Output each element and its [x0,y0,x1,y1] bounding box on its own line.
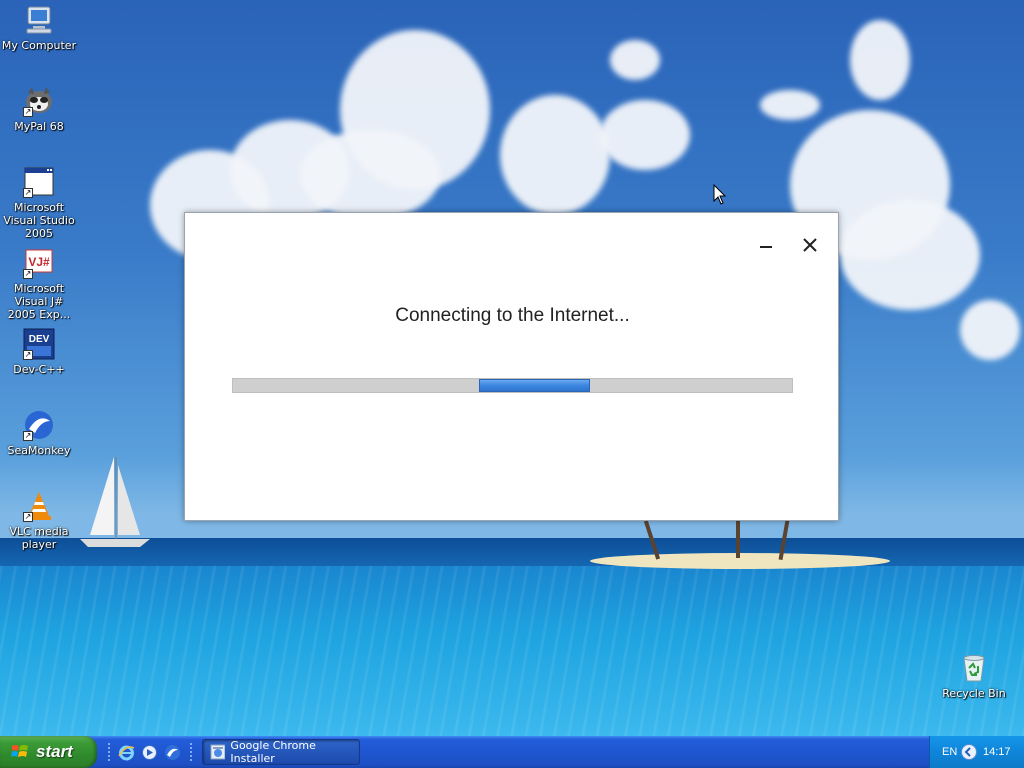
close-button[interactable] [798,233,822,257]
dev-cpp-icon: DEV ↗ [23,328,55,360]
internet-explorer-icon [118,745,135,761]
sailboat-image [80,457,150,547]
close-icon [803,238,817,252]
media-icon [142,745,157,760]
chevron-left-icon [964,747,971,757]
my-computer-icon [23,4,55,36]
progress-indicator [479,379,590,392]
desktop-icon-label: SeaMonkey [7,444,71,457]
seamonkey-icon: ↗ [23,409,55,441]
desktop-icon-visual-jsharp[interactable]: VJ# ↗ Microsoft Visual J# 2005 Exp... [1,247,77,321]
desktop-icon-recycle-bin[interactable]: Recycle Bin [936,652,1012,700]
cloud [840,200,980,310]
cloud [500,95,610,215]
system-tray: EN 14:17 [929,736,1024,768]
language-indicator[interactable]: EN [942,746,957,758]
show-hidden-icons-button[interactable] [961,744,977,760]
taskbar: start Google Chrome Installer EN 14:17 [0,736,1024,768]
cloud [850,20,910,100]
vlc-icon: ↗ [23,490,55,522]
windows-logo-icon [11,745,28,757]
palm-trunk [736,520,740,558]
chrome-installer-window: Connecting to the Internet... [184,212,839,521]
shortcut-arrow-icon: ↗ [23,431,33,441]
desktop-icon-label: Microsoft Visual Studio 2005 [3,201,75,240]
desktop-icon-label: Microsoft Visual J# 2005 Exp... [7,282,71,321]
mouse-pointer-icon [713,184,727,205]
recycle-bin-icon [958,652,990,684]
island-sand [590,553,890,569]
desktop-icon-label: MyPal 68 [14,120,64,133]
quick-launch-separator [108,743,110,763]
mypal-icon: ↗ [23,85,55,117]
desktop-icon-label: My Computer [1,39,77,52]
cloud [300,130,440,220]
desktop-icon-my-computer[interactable]: My Computer [1,4,77,52]
desktop-icon-mypal[interactable]: ↗ MyPal 68 [1,85,77,133]
cloud [960,300,1020,360]
cloud [600,100,690,170]
minimize-icon [760,246,772,248]
desktop-icon-vlc[interactable]: ↗ VLC media player [1,490,77,551]
shortcut-arrow-icon: ↗ [23,188,33,198]
visual-jsharp-icon: VJ# ↗ [23,247,55,279]
desktop-icon-dev-cpp[interactable]: DEV ↗ Dev-C++ [1,328,77,376]
taskbar-button-label: Google Chrome Installer [230,739,316,765]
start-label: start [36,742,73,761]
shortcut-arrow-icon: ↗ [23,512,33,522]
desktop-icon-label: VLC media player [9,525,69,551]
desktop-icon-label: Recycle Bin [942,687,1006,700]
sea [0,566,1024,736]
quick-launch-separator [190,743,192,763]
cloud [610,40,660,80]
quick-launch-internet-explorer[interactable] [118,744,135,761]
dev-cpp-badge: DEV [29,334,50,345]
cloud [760,90,820,120]
chrome-installer-icon [210,744,226,760]
tray-clock[interactable]: 14:17 [983,746,1011,758]
desktop-icon-visual-studio[interactable]: ↗ Microsoft Visual Studio 2005 [1,166,77,240]
start-button[interactable]: start [0,736,97,768]
quick-launch-seamonkey[interactable] [164,744,181,761]
minimize-button[interactable] [754,233,778,257]
visual-studio-icon: ↗ [23,166,55,198]
desktop-icon-label: Dev-C++ [13,363,65,376]
installer-progress-bar [232,378,793,393]
shortcut-arrow-icon: ↗ [23,269,33,279]
vjsharp-badge: VJ# [28,255,50,269]
shortcut-arrow-icon: ↗ [23,107,33,117]
quick-launch-media[interactable] [141,744,158,761]
desktop-icon-seamonkey[interactable]: ↗ SeaMonkey [1,409,77,457]
seamonkey-icon [165,745,180,760]
taskbar-button-chrome-installer[interactable]: Google Chrome Installer [202,739,360,765]
installer-status-text: Connecting to the Internet... [395,305,630,326]
shortcut-arrow-icon: ↗ [23,350,33,360]
